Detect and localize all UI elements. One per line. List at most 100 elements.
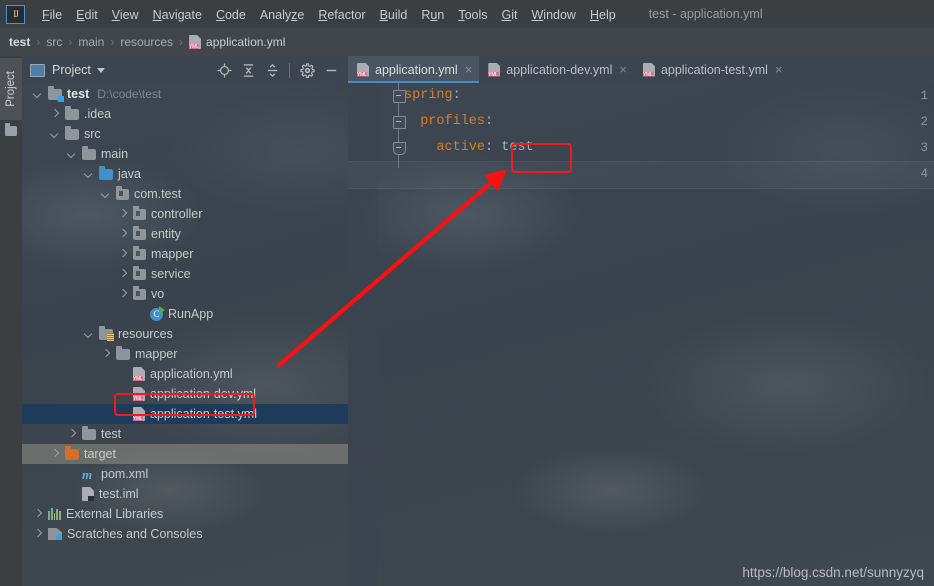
- chevron-right-icon[interactable]: [119, 210, 128, 219]
- code-line-1: spring:: [404, 83, 461, 109]
- menu-item-help[interactable]: Help: [583, 5, 623, 24]
- close-icon[interactable]: ×: [465, 63, 473, 76]
- tool-window-tab-project[interactable]: Project: [0, 58, 22, 120]
- tree-node-test[interactable]: test D:\code\test: [22, 84, 348, 104]
- chevron-right-icon[interactable]: [119, 270, 128, 279]
- tree-node-spacer: [119, 370, 128, 379]
- main-area: Project Project test D:\code\test .idea …: [0, 56, 934, 586]
- tree-node-test[interactable]: test: [22, 424, 348, 444]
- menu-item-tools[interactable]: Tools: [451, 5, 494, 24]
- tree-node--idea[interactable]: .idea: [22, 104, 348, 124]
- chevron-right-icon[interactable]: [51, 110, 60, 119]
- line-number-1: 1: [920, 89, 928, 103]
- menu-item-run[interactable]: Run: [414, 5, 451, 24]
- tree-node-entity[interactable]: entity: [22, 224, 348, 244]
- tree-node-application-yml[interactable]: application.yml: [22, 364, 348, 384]
- menu-item-window[interactable]: Window: [524, 5, 582, 24]
- chevron-right-icon[interactable]: [51, 450, 60, 459]
- close-icon[interactable]: ×: [775, 63, 783, 76]
- tree-node-target[interactable]: target: [22, 444, 348, 464]
- tree-node-application-test-yml[interactable]: application-test.yml: [22, 404, 348, 424]
- folder-icon: [65, 125, 79, 140]
- breadcrumb-item-resources[interactable]: resources: [120, 35, 173, 49]
- menu-item-file[interactable]: File: [35, 5, 69, 24]
- chevron-down-icon[interactable]: [85, 330, 94, 339]
- yaml-key: spring: [404, 88, 453, 103]
- tree-node-scratches-and-consoles[interactable]: Scratches and Consoles: [22, 524, 348, 544]
- tree-node-java[interactable]: java: [22, 164, 348, 184]
- tree-node-runapp[interactable]: C RunApp: [22, 304, 348, 324]
- expand-all-icon[interactable]: [237, 59, 259, 81]
- tree-node-label: test: [67, 87, 90, 101]
- collapse-all-icon[interactable]: [261, 59, 283, 81]
- tree-node-main[interactable]: main: [22, 144, 348, 164]
- package-icon: [133, 265, 146, 280]
- tree-node-label: vo: [151, 287, 165, 301]
- chevron-down-icon[interactable]: [85, 170, 94, 179]
- chevron-down-icon[interactable]: [34, 90, 43, 99]
- menu-item-edit[interactable]: Edit: [69, 5, 105, 24]
- yml-file-icon: [488, 62, 501, 77]
- chevron-right-icon[interactable]: [119, 250, 128, 259]
- tree-node-label: pom.xml: [101, 467, 149, 481]
- tree-node-label: resources: [118, 327, 173, 341]
- tree-node-mapper[interactable]: mapper: [22, 344, 348, 364]
- close-icon[interactable]: ×: [619, 63, 627, 76]
- editor-tab-application-test-yml[interactable]: application-test.yml ×: [634, 56, 790, 83]
- breadcrumb-file[interactable]: application.yml: [189, 35, 285, 49]
- tree-node-test-iml[interactable]: test.iml: [22, 484, 348, 504]
- external-libraries-icon: [48, 508, 61, 520]
- tree-node-com-test[interactable]: com.test: [22, 184, 348, 204]
- menu-item-build[interactable]: Build: [373, 5, 415, 24]
- chevron-down-icon[interactable]: [96, 67, 105, 73]
- yaml-colon: :: [485, 140, 494, 155]
- chevron-right-icon[interactable]: [102, 350, 111, 359]
- breadcrumb-item-main[interactable]: main: [78, 35, 104, 49]
- editor-tab-application-dev-yml[interactable]: application-dev.yml ×: [479, 56, 634, 83]
- chevron-down-icon[interactable]: [68, 150, 77, 159]
- chevron-down-icon[interactable]: [102, 190, 111, 199]
- tree-node-controller[interactable]: controller: [22, 204, 348, 224]
- menu-item-analyze[interactable]: Analyze: [253, 5, 311, 24]
- ide-window: IJ File Edit View Navigate Code Analyze Refact…: [0, 0, 934, 586]
- package-icon: [133, 225, 146, 240]
- chevron-right-icon[interactable]: [119, 230, 128, 239]
- locate-icon[interactable]: [213, 59, 235, 81]
- iml-file-icon: [82, 487, 94, 501]
- menu-item-refactor[interactable]: Refactor: [311, 5, 372, 24]
- chevron-right-icon[interactable]: [119, 290, 128, 299]
- minimize-icon[interactable]: [320, 59, 342, 81]
- editor-tab-application-yml[interactable]: application.yml ×: [348, 56, 480, 83]
- chevron-down-icon[interactable]: [51, 130, 60, 139]
- editor-tab-label: application-test.yml: [660, 62, 768, 77]
- resources-folder-icon: [99, 325, 114, 341]
- menu-item-code[interactable]: Code: [209, 5, 253, 24]
- menu-item-navigate[interactable]: Navigate: [146, 5, 209, 24]
- chevron-right-icon[interactable]: [34, 510, 43, 519]
- tree-node-mapper[interactable]: mapper: [22, 244, 348, 264]
- watermark: https://blog.csdn.net/sunnyzyq: [742, 565, 924, 580]
- menu-item-view[interactable]: View: [105, 5, 146, 24]
- editor-tab-label: application-dev.yml: [506, 62, 613, 77]
- folder-icon: [65, 105, 79, 120]
- code-area[interactable]: 1 2 3 4 spring: profiles: active: test: [348, 83, 934, 586]
- package-icon: [133, 245, 146, 260]
- breadcrumb-item-test[interactable]: test: [9, 35, 30, 49]
- tree-node-src[interactable]: src: [22, 124, 348, 144]
- project-tree[interactable]: test D:\code\test .idea src main java com.test…: [22, 84, 348, 586]
- breadcrumb-item-src[interactable]: src: [46, 35, 62, 49]
- tree-node-vo[interactable]: vo: [22, 284, 348, 304]
- tree-node-application-dev-yml[interactable]: application-dev.yml: [22, 384, 348, 404]
- folder-icon: [5, 123, 17, 136]
- gear-icon[interactable]: [296, 59, 318, 81]
- tree-node-label: entity: [151, 227, 181, 241]
- menu-item-git[interactable]: Git: [495, 5, 525, 24]
- tree-node-resources[interactable]: resources: [22, 324, 348, 344]
- chevron-right-icon[interactable]: [68, 430, 77, 439]
- tree-node-service[interactable]: service: [22, 264, 348, 284]
- tree-node-pom-xml[interactable]: m pom.xml: [22, 464, 348, 484]
- breadcrumb-separator: ›: [36, 35, 41, 49]
- chevron-right-icon[interactable]: [34, 530, 43, 539]
- tree-node-external-libraries[interactable]: External Libraries: [22, 504, 348, 524]
